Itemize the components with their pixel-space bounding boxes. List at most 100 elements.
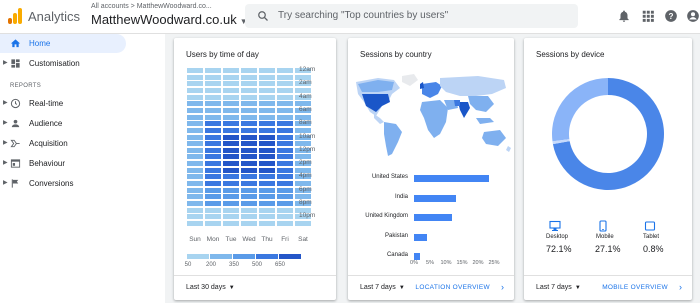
- heatmap-cell[interactable]: [241, 107, 257, 113]
- heatmap-cell[interactable]: [277, 107, 293, 113]
- heatmap-cell[interactable]: [277, 127, 293, 133]
- heatmap-cell[interactable]: [187, 207, 203, 213]
- heatmap-cell[interactable]: [277, 201, 293, 206]
- heatmap-cell[interactable]: [205, 107, 221, 113]
- heatmap-cell[interactable]: [205, 74, 221, 80]
- heatmap-cell[interactable]: [187, 87, 203, 93]
- heatmap-cell[interactable]: [223, 220, 239, 226]
- heatmap-cell[interactable]: [187, 141, 203, 147]
- heatmap-cell[interactable]: [241, 220, 257, 226]
- sidebar-item-conversions[interactable]: ▶ Conversions: [0, 174, 126, 193]
- heatmap-cell[interactable]: [223, 187, 239, 193]
- heatmap-cell[interactable]: [277, 81, 293, 87]
- heatmap-cell[interactable]: [241, 74, 257, 80]
- heatmap-cell[interactable]: [205, 194, 221, 200]
- heatmap-cell[interactable]: [223, 121, 239, 127]
- heatmap-cell[interactable]: [277, 187, 293, 193]
- heatmap-cell[interactable]: [259, 87, 275, 93]
- heatmap-cell[interactable]: [259, 101, 275, 107]
- heatmap-cell[interactable]: [223, 94, 239, 100]
- property-selector[interactable]: MatthewWoodward.co.uk ▼: [91, 12, 248, 27]
- heatmap-cell[interactable]: [259, 134, 275, 140]
- heatmap-cell[interactable]: [241, 94, 257, 100]
- heatmap-cell[interactable]: [241, 141, 257, 147]
- country-bar[interactable]: [414, 214, 453, 221]
- notifications-icon[interactable]: [617, 9, 631, 23]
- heatmap-cell[interactable]: [205, 207, 221, 213]
- heatmap-cell[interactable]: [205, 220, 221, 226]
- breadcrumb[interactable]: All accounts > MatthewWoodward.co...: [91, 3, 212, 10]
- sidebar-item-acquisition[interactable]: ▶ Acquisition: [0, 134, 126, 153]
- heatmap-cell[interactable]: [223, 147, 239, 153]
- heatmap-cell[interactable]: [241, 134, 257, 140]
- heatmap-cell[interactable]: [187, 134, 203, 140]
- heatmap-cell[interactable]: [241, 161, 257, 167]
- heatmap-cell[interactable]: [277, 87, 293, 93]
- heatmap-cell[interactable]: [259, 114, 275, 120]
- heatmap-cell[interactable]: [187, 94, 203, 100]
- heatmap-cell[interactable]: [205, 154, 221, 160]
- heatmap-cell[interactable]: [187, 187, 203, 193]
- heatmap-cell[interactable]: [223, 167, 239, 173]
- heatmap-cell[interactable]: [241, 121, 257, 127]
- heatmap-cell[interactable]: [187, 154, 203, 160]
- sidebar-item-customisation[interactable]: ▶ Customisation: [0, 54, 126, 73]
- location-overview-link[interactable]: LOCATION OVERVIEW: [415, 284, 490, 291]
- sidebar-item-audience[interactable]: ▶ Audience: [0, 114, 126, 133]
- heatmap-cell[interactable]: [241, 127, 257, 133]
- heatmap-cell[interactable]: [277, 74, 293, 80]
- heatmap-cell[interactable]: [223, 194, 239, 200]
- heatmap-cell[interactable]: [277, 141, 293, 147]
- account-avatar-icon[interactable]: [686, 9, 700, 23]
- heatmap-cell[interactable]: [187, 114, 203, 120]
- heatmap-cell[interactable]: [205, 141, 221, 147]
- search-input[interactable]: Try searching "Top countries by users": [245, 4, 578, 28]
- heatmap-cell[interactable]: [223, 207, 239, 213]
- heatmap-cell[interactable]: [259, 207, 275, 213]
- heatmap-cell[interactable]: [187, 74, 203, 80]
- heatmap-cell[interactable]: [223, 127, 239, 133]
- heatmap-cell[interactable]: [187, 127, 203, 133]
- heatmap-cell[interactable]: [205, 101, 221, 107]
- heatmap-cell[interactable]: [241, 167, 257, 173]
- sidebar-item-behaviour[interactable]: ▶ Behaviour: [0, 154, 126, 173]
- heatmap-cell[interactable]: [259, 81, 275, 87]
- heatmap-cell[interactable]: [223, 174, 239, 180]
- heatmap-cell[interactable]: [259, 74, 275, 80]
- donut-slice-mobile[interactable]: [552, 78, 608, 142]
- heatmap-cell[interactable]: [277, 174, 293, 180]
- heatmap-cell[interactable]: [259, 174, 275, 180]
- heatmap-cell[interactable]: [187, 220, 203, 226]
- heatmap-cell[interactable]: [187, 167, 203, 173]
- heatmap-cell[interactable]: [187, 174, 203, 180]
- chevron-right-icon[interactable]: ›: [501, 282, 504, 292]
- heatmap-cell[interactable]: [223, 74, 239, 80]
- heatmap-cell[interactable]: [187, 201, 203, 206]
- heatmap-cell[interactable]: [241, 87, 257, 93]
- country-bar[interactable]: [414, 175, 490, 182]
- heatmap-cell[interactable]: [259, 94, 275, 100]
- heatmap-cell[interactable]: [187, 161, 203, 167]
- heatmap-cell[interactable]: [259, 220, 275, 226]
- apps-grid-icon[interactable]: [641, 9, 655, 23]
- heatmap-cell[interactable]: [223, 87, 239, 93]
- heatmap-cell[interactable]: [205, 134, 221, 140]
- date-range-selector[interactable]: Last 7 days ▼: [360, 284, 405, 291]
- sidebar-item-home[interactable]: Home: [0, 34, 126, 53]
- heatmap-cell[interactable]: [205, 127, 221, 133]
- heatmap-cell[interactable]: [205, 174, 221, 180]
- heatmap-cell[interactable]: [259, 201, 275, 206]
- heatmap-cell[interactable]: [187, 194, 203, 200]
- heatmap-cell[interactable]: [259, 167, 275, 173]
- heatmap-cell[interactable]: [223, 154, 239, 160]
- heatmap-cell[interactable]: [277, 167, 293, 173]
- heatmap-cell[interactable]: [187, 81, 203, 87]
- heatmap-cell[interactable]: [223, 214, 239, 220]
- heatmap-cell[interactable]: [241, 68, 257, 73]
- country-bar[interactable]: [414, 194, 456, 202]
- heatmap-cell[interactable]: [277, 214, 293, 220]
- heatmap-cell[interactable]: [205, 114, 221, 120]
- heatmap-cell[interactable]: [259, 121, 275, 127]
- heatmap-cell[interactable]: [205, 68, 221, 73]
- heatmap-cell[interactable]: [205, 181, 221, 187]
